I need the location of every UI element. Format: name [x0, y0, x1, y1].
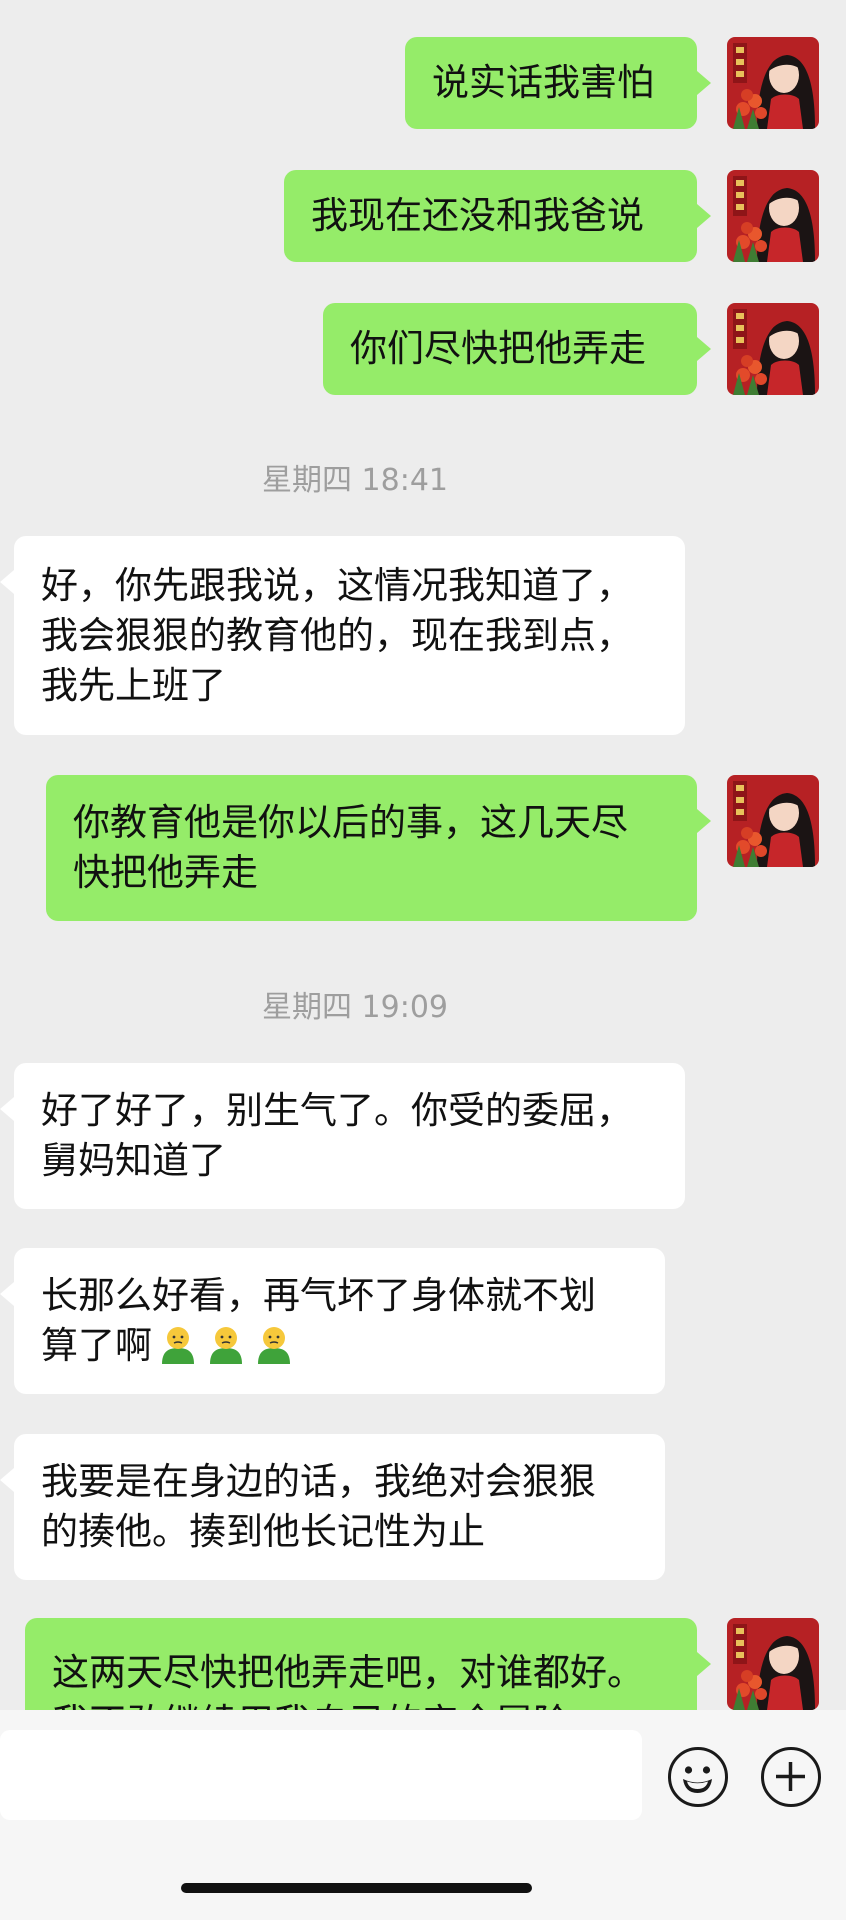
avatar[interactable]: [727, 170, 819, 262]
incoming-message-bubble[interactable]: 好了好了，别生气了。你受的委屈， 舅妈知道了: [14, 1063, 685, 1209]
outgoing-message-bubble[interactable]: 你教育他是你以后的事，这几天尽 快把他弄走: [46, 775, 697, 921]
message-text-line: 好了好了，别生气了。你受的委屈，: [41, 1089, 633, 1132]
timestamp: 星期四 18:41: [262, 463, 448, 498]
message-text-line: 算了啊: [41, 1321, 596, 1371]
message-text-line: 你们尽快把他弄走: [350, 327, 646, 370]
avatar[interactable]: [727, 37, 819, 129]
message-text-line: 我要是在身边的话，我绝对会狠狠: [41, 1460, 596, 1503]
message-text-line: 舅妈知道了: [41, 1139, 226, 1182]
message-text-line: 我会狠狠的教育他的，现在我到点，: [41, 613, 633, 657]
bubble-tail: [0, 1097, 14, 1121]
message-text-line: 说实话我害怕: [432, 61, 654, 104]
bubble-tail: [697, 809, 711, 833]
frowning-person-emoji: [210, 1327, 242, 1364]
message-text-line: 你教育他是你以后的事，这几天尽: [73, 801, 628, 844]
bubble-tail: [0, 570, 14, 594]
home-indicator[interactable]: [181, 1883, 532, 1893]
incoming-message-bubble[interactable]: 好，你先跟我说，这情况我知道了， 我会狠狠的教育他的，现在我到点， 我先上班了: [14, 536, 685, 735]
incoming-message-bubble[interactable]: 长那么好看，再气坏了身体就不划 算了啊: [14, 1248, 665, 1394]
avatar[interactable]: [727, 1618, 819, 1710]
message-text-line: 快把他弄走: [73, 851, 258, 894]
frowning-person-emoji: [258, 1327, 290, 1364]
plus-icon[interactable]: [761, 1747, 821, 1807]
message-text-line: 的揍他。揍到他长记性为止: [41, 1510, 485, 1553]
avatar[interactable]: [727, 303, 819, 395]
message-input[interactable]: [0, 1730, 642, 1820]
smiley-face-icon[interactable]: [668, 1747, 728, 1807]
bubble-tail: [697, 204, 711, 228]
outgoing-message-bubble[interactable]: 你们尽快把他弄走: [323, 303, 697, 395]
avatar[interactable]: [727, 775, 819, 867]
message-text-line: 这两天尽快把他弄走吧，对谁都好。: [52, 1651, 644, 1694]
message-text-line: 我现在还没和我爸说: [311, 194, 644, 237]
frowning-person-emoji: [162, 1327, 194, 1364]
message-text-line: 好，你先跟我说，这情况我知道了，: [41, 563, 633, 607]
bubble-tail: [0, 1468, 14, 1492]
bubble-tail: [0, 1282, 14, 1306]
outgoing-message-bubble[interactable]: 我现在还没和我爸说: [284, 170, 697, 262]
message-text-line: 我先上班了: [41, 663, 226, 707]
bubble-tail: [697, 337, 711, 361]
message-text-line: 长那么好看，再气坏了身体就不划: [41, 1274, 596, 1317]
bubble-tail: [697, 71, 711, 95]
bubble-tail: [697, 1652, 711, 1676]
outgoing-message-bubble[interactable]: 说实话我害怕: [405, 37, 697, 129]
timestamp: 星期四 19:09: [262, 990, 448, 1025]
incoming-message-bubble[interactable]: 我要是在身边的话，我绝对会狠狠 的揍他。揍到他长记性为止: [14, 1434, 665, 1580]
